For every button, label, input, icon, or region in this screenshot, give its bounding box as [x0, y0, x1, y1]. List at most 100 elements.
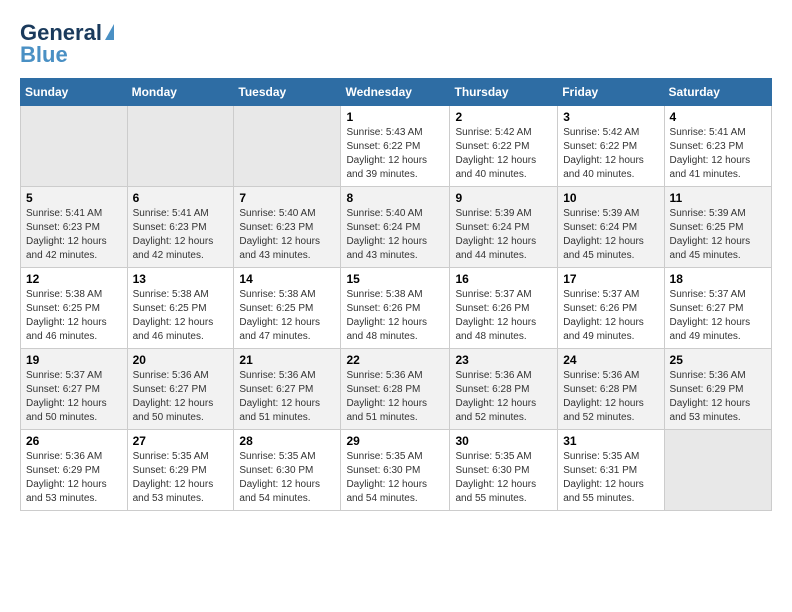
day-number: 14 — [239, 272, 335, 286]
calendar-cell: 17 Sunrise: 5:37 AM Sunset: 6:26 PM Dayli… — [558, 268, 664, 349]
calendar-cell — [234, 106, 341, 187]
calendar-cell: 19 Sunrise: 5:37 AM Sunset: 6:27 PM Dayli… — [21, 349, 128, 430]
day-info: Sunrise: 5:43 AM Sunset: 6:22 PM Dayligh… — [346, 126, 444, 182]
logo: General Blue — [20, 20, 114, 68]
day-number: 29 — [346, 434, 444, 448]
calendar-cell: 9 Sunrise: 5:39 AM Sunset: 6:24 PM Daylig… — [450, 187, 558, 268]
day-info: Sunrise: 5:35 AM Sunset: 6:30 PM Dayligh… — [455, 450, 552, 506]
calendar-cell: 11Sunrise: 5:39 AM Sunset: 6:25 PM Dayli… — [664, 187, 771, 268]
day-number: 5 — [26, 191, 122, 205]
column-header-saturday: Saturday — [664, 79, 771, 106]
day-info: Sunrise: 5:37 AM Sunset: 6:26 PM Dayligh… — [455, 288, 552, 344]
calendar-week-row: 1Sunrise: 5:43 AM Sunset: 6:22 PM Daylig… — [21, 106, 772, 187]
day-number: 17 — [563, 272, 658, 286]
day-number: 16 — [455, 272, 552, 286]
day-info: Sunrise: 5:36 AM Sunset: 6:28 PM Dayligh… — [346, 369, 444, 425]
day-info: Sunrise: 5:42 AM Sunset: 6:22 PM Dayligh… — [563, 126, 658, 182]
calendar-week-row: 12Sunrise: 5:38 AM Sunset: 6:25 PM Dayli… — [21, 268, 772, 349]
calendar-cell: 21 Sunrise: 5:36 AM Sunset: 6:27 PM Dayli… — [234, 349, 341, 430]
day-info: Sunrise: 5:38 AM Sunset: 6:26 PM Dayligh… — [346, 288, 444, 344]
day-number: 19 — [26, 353, 122, 367]
calendar-cell: 30Sunrise: 5:35 AM Sunset: 6:30 PM Dayli… — [450, 430, 558, 511]
day-number: 8 — [346, 191, 444, 205]
day-number: 7 — [239, 191, 335, 205]
column-header-sunday: Sunday — [21, 79, 128, 106]
day-number: 23 — [455, 353, 552, 367]
column-header-monday: Monday — [127, 79, 234, 106]
day-info: Sunrise: 5:38 AM Sunset: 6:25 PM Dayligh… — [133, 288, 229, 344]
day-info: Sunrise: 5:42 AM Sunset: 6:22 PM Dayligh… — [455, 126, 552, 182]
calendar-cell: 10Sunrise: 5:39 AM Sunset: 6:24 PM Dayli… — [558, 187, 664, 268]
day-info: Sunrise: 5:36 AM Sunset: 6:28 PM Dayligh… — [563, 369, 658, 425]
logo-triangle-icon — [105, 24, 114, 40]
day-number: 28 — [239, 434, 335, 448]
calendar-header-row: SundayMondayTuesdayWednesdayThursdayFrid… — [21, 79, 772, 106]
calendar-cell: 27Sunrise: 5:35 AM Sunset: 6:29 PM Dayli… — [127, 430, 234, 511]
day-info: Sunrise: 5:35 AM Sunset: 6:29 PM Dayligh… — [133, 450, 229, 506]
calendar-cell: 31 Sunrise: 5:35 AM Sunset: 6:31 PM Dayli… — [558, 430, 664, 511]
logo-blue: Blue — [20, 42, 68, 68]
day-number: 9 — [455, 191, 552, 205]
calendar-cell: 16 Sunrise: 5:37 AM Sunset: 6:26 PM Dayli… — [450, 268, 558, 349]
day-info: Sunrise: 5:36 AM Sunset: 6:29 PM Dayligh… — [670, 369, 766, 425]
calendar-cell: 3 Sunrise: 5:42 AM Sunset: 6:22 PM Daylig… — [558, 106, 664, 187]
day-number: 21 — [239, 353, 335, 367]
day-info: Sunrise: 5:36 AM Sunset: 6:27 PM Dayligh… — [239, 369, 335, 425]
column-header-tuesday: Tuesday — [234, 79, 341, 106]
calendar-cell: 22 Sunrise: 5:36 AM Sunset: 6:28 PM Dayli… — [341, 349, 450, 430]
day-info: Sunrise: 5:36 AM Sunset: 6:27 PM Dayligh… — [133, 369, 229, 425]
day-info: Sunrise: 5:41 AM Sunset: 6:23 PM Dayligh… — [670, 126, 766, 182]
calendar-cell — [664, 430, 771, 511]
calendar-cell: 8 Sunrise: 5:40 AM Sunset: 6:24 PM Daylig… — [341, 187, 450, 268]
column-header-wednesday: Wednesday — [341, 79, 450, 106]
day-info: Sunrise: 5:35 AM Sunset: 6:31 PM Dayligh… — [563, 450, 658, 506]
day-number: 24 — [563, 353, 658, 367]
day-info: Sunrise: 5:40 AM Sunset: 6:23 PM Dayligh… — [239, 207, 335, 263]
day-number: 26 — [26, 434, 122, 448]
column-header-thursday: Thursday — [450, 79, 558, 106]
day-info: Sunrise: 5:35 AM Sunset: 6:30 PM Dayligh… — [239, 450, 335, 506]
day-info: Sunrise: 5:38 AM Sunset: 6:25 PM Dayligh… — [26, 288, 122, 344]
calendar-cell: 15 Sunrise: 5:38 AM Sunset: 6:26 PM Dayli… — [341, 268, 450, 349]
calendar-cell: 4 Sunrise: 5:41 AM Sunset: 6:23 PM Daylig… — [664, 106, 771, 187]
calendar-cell: 28 Sunrise: 5:35 AM Sunset: 6:30 PM Dayli… — [234, 430, 341, 511]
calendar-table: SundayMondayTuesdayWednesdayThursdayFrid… — [20, 78, 772, 511]
day-info: Sunrise: 5:40 AM Sunset: 6:24 PM Dayligh… — [346, 207, 444, 263]
day-number: 4 — [670, 110, 766, 124]
day-info: Sunrise: 5:41 AM Sunset: 6:23 PM Dayligh… — [133, 207, 229, 263]
calendar-cell: 6 Sunrise: 5:41 AM Sunset: 6:23 PM Daylig… — [127, 187, 234, 268]
calendar-week-row: 26 Sunrise: 5:36 AM Sunset: 6:29 PM Dayli… — [21, 430, 772, 511]
day-number: 15 — [346, 272, 444, 286]
calendar-cell: 23 Sunrise: 5:36 AM Sunset: 6:28 PM Dayli… — [450, 349, 558, 430]
day-info: Sunrise: 5:39 AM Sunset: 6:25 PM Dayligh… — [670, 207, 766, 263]
calendar-cell: 14Sunrise: 5:38 AM Sunset: 6:25 PM Dayli… — [234, 268, 341, 349]
day-info: Sunrise: 5:37 AM Sunset: 6:27 PM Dayligh… — [26, 369, 122, 425]
calendar-cell: 13Sunrise: 5:38 AM Sunset: 6:25 PM Dayli… — [127, 268, 234, 349]
day-number: 31 — [563, 434, 658, 448]
calendar-cell — [21, 106, 128, 187]
day-info: Sunrise: 5:36 AM Sunset: 6:29 PM Dayligh… — [26, 450, 122, 506]
day-info: Sunrise: 5:37 AM Sunset: 6:26 PM Dayligh… — [563, 288, 658, 344]
calendar-cell: 12Sunrise: 5:38 AM Sunset: 6:25 PM Dayli… — [21, 268, 128, 349]
calendar-cell: 25Sunrise: 5:36 AM Sunset: 6:29 PM Dayli… — [664, 349, 771, 430]
day-number: 18 — [670, 272, 766, 286]
calendar-cell: 26 Sunrise: 5:36 AM Sunset: 6:29 PM Dayli… — [21, 430, 128, 511]
page-header: General Blue — [20, 20, 772, 68]
calendar-cell: 5 Sunrise: 5:41 AM Sunset: 6:23 PM Daylig… — [21, 187, 128, 268]
day-info: Sunrise: 5:37 AM Sunset: 6:27 PM Dayligh… — [670, 288, 766, 344]
calendar-cell: 7 Sunrise: 5:40 AM Sunset: 6:23 PM Daylig… — [234, 187, 341, 268]
calendar-cell — [127, 106, 234, 187]
day-info: Sunrise: 5:41 AM Sunset: 6:23 PM Dayligh… — [26, 207, 122, 263]
day-info: Sunrise: 5:36 AM Sunset: 6:28 PM Dayligh… — [455, 369, 552, 425]
day-number: 22 — [346, 353, 444, 367]
day-number: 2 — [455, 110, 552, 124]
day-info: Sunrise: 5:39 AM Sunset: 6:24 PM Dayligh… — [455, 207, 552, 263]
calendar-week-row: 19 Sunrise: 5:37 AM Sunset: 6:27 PM Dayli… — [21, 349, 772, 430]
day-number: 3 — [563, 110, 658, 124]
day-info: Sunrise: 5:35 AM Sunset: 6:30 PM Dayligh… — [346, 450, 444, 506]
calendar-week-row: 5 Sunrise: 5:41 AM Sunset: 6:23 PM Daylig… — [21, 187, 772, 268]
day-number: 10 — [563, 191, 658, 205]
calendar-cell: 20Sunrise: 5:36 AM Sunset: 6:27 PM Dayli… — [127, 349, 234, 430]
calendar-cell: 29 Sunrise: 5:35 AM Sunset: 6:30 PM Dayli… — [341, 430, 450, 511]
day-number: 6 — [133, 191, 229, 205]
